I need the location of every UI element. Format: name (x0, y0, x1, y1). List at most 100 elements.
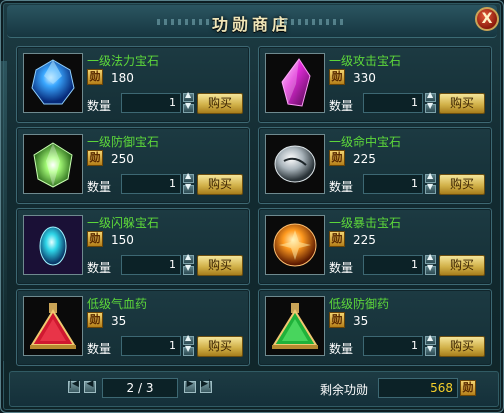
quantity-label: 数量 (329, 261, 354, 275)
arrow-down-icon: ▼ (427, 344, 434, 353)
quantity-label: 数量 (87, 261, 112, 275)
shop-item-card: 一级法力宝石 勋 180 数量 1 ▲ ▼ 购买 (16, 46, 250, 123)
item-price: 35 (111, 314, 127, 328)
next-page-button[interactable]: ▶ (184, 379, 196, 393)
quantity-stepper: ▲ ▼ (183, 252, 194, 275)
shop-item-card: 一级攻击宝石 勋 330 数量 1 ▲ ▼ 购买 (258, 46, 492, 123)
last-page-icon: ▶| (201, 379, 211, 389)
item-price: 180 (111, 71, 134, 85)
quantity-input[interactable]: 1 (121, 174, 181, 194)
shop-item-card: 一级闪躲宝石 勋 150 数量 1 ▲ ▼ 购买 (16, 208, 250, 285)
quantity-stepper: ▲ ▼ (425, 333, 436, 356)
stepper-down-button[interactable]: ▼ (425, 344, 436, 356)
item-price: 330 (353, 71, 376, 85)
merit-currency-icon: 勋 (329, 69, 345, 85)
green-defense-gem-icon (33, 142, 73, 188)
arrow-up-icon: ▲ (185, 252, 192, 261)
shop-item-card: 一级防御宝石 勋 250 数量 1 ▲ ▼ 购买 (16, 127, 250, 204)
stepper-down-button[interactable]: ▼ (183, 182, 194, 194)
quantity-input[interactable]: 1 (363, 336, 423, 356)
buy-button[interactable]: 购买 (439, 174, 485, 195)
shop-item-card: 一级命中宝石 勋 225 数量 1 ▲ ▼ 购买 (258, 127, 492, 204)
merit-currency-icon: 勋 (87, 231, 103, 247)
title-bar[interactable]: 功勋商店 (7, 5, 497, 38)
arrow-up-icon: ▲ (427, 333, 434, 342)
buy-button[interactable]: 购买 (439, 93, 485, 114)
buy-button[interactable]: 购买 (197, 174, 243, 195)
item-icon-slot[interactable] (265, 134, 325, 194)
item-price: 225 (353, 233, 376, 247)
close-icon: X (481, 11, 493, 27)
quantity-stepper: ▲ ▼ (425, 171, 436, 194)
arrow-down-icon: ▼ (185, 182, 192, 191)
merit-currency-icon: 勋 (87, 150, 103, 166)
silver-accuracy-gem-icon (274, 145, 316, 183)
quantity-input[interactable]: 1 (363, 255, 423, 275)
item-icon-slot[interactable] (23, 53, 83, 113)
item-icon-slot[interactable] (23, 134, 83, 194)
item-icon-slot[interactable] (23, 296, 83, 356)
page-indicator: 2 / 3 (102, 378, 178, 398)
buy-button[interactable]: 购买 (439, 336, 485, 357)
quantity-label: 数量 (329, 99, 354, 113)
footer-bar: |◀ ◀ 2 / 3 ▶ ▶| 剩余功勋 568 勋 (9, 371, 499, 407)
quantity-stepper: ▲ ▼ (425, 90, 436, 113)
green-defense-potion-icon (272, 303, 318, 349)
cyan-dodge-gem-icon (24, 216, 82, 274)
stepper-down-button[interactable]: ▼ (425, 182, 436, 194)
title-decoration-right (277, 19, 347, 25)
quantity-label: 数量 (329, 180, 354, 194)
item-name: 一级防御宝石 (87, 135, 160, 149)
item-price: 225 (353, 152, 376, 166)
merit-currency-icon: 勋 (87, 69, 103, 85)
arrow-down-icon: ▼ (427, 263, 434, 272)
buy-button[interactable]: 购买 (197, 255, 243, 276)
prev-page-button[interactable]: ◀ (84, 379, 96, 393)
merit-currency-icon: 勋 (329, 312, 345, 328)
item-name: 一级命中宝石 (329, 135, 402, 149)
stepper-down-button[interactable]: ▼ (183, 344, 194, 356)
quantity-label: 数量 (87, 99, 112, 113)
item-price: 35 (353, 314, 369, 328)
blue-mana-gem-icon (31, 59, 75, 105)
quantity-input[interactable]: 1 (363, 93, 423, 113)
shop-item-card: 一级暴击宝石 勋 225 数量 1 ▲ ▼ 购买 (258, 208, 492, 285)
first-page-button[interactable]: |◀ (68, 379, 80, 393)
item-icon-slot[interactable] (265, 53, 325, 113)
quantity-stepper: ▲ ▼ (183, 90, 194, 113)
quantity-label: 数量 (87, 342, 112, 356)
quantity-input[interactable]: 1 (121, 336, 181, 356)
shop-item-card: 低级防御药 勋 35 数量 1 ▲ ▼ 购买 (258, 289, 492, 366)
stepper-down-button[interactable]: ▼ (425, 101, 436, 113)
frame-edge-decoration (1, 61, 7, 361)
stepper-down-button[interactable]: ▼ (183, 263, 194, 275)
buy-button[interactable]: 购买 (439, 255, 485, 276)
arrow-up-icon: ▲ (427, 171, 434, 180)
quantity-label: 数量 (87, 180, 112, 194)
item-name: 一级暴击宝石 (329, 216, 402, 230)
quantity-input[interactable]: 1 (121, 255, 181, 275)
item-name: 低级防御药 (329, 297, 390, 311)
quantity-input[interactable]: 1 (363, 174, 423, 194)
quantity-input[interactable]: 1 (121, 93, 181, 113)
buy-button[interactable]: 购买 (197, 93, 243, 114)
item-name: 一级攻击宝石 (329, 54, 402, 68)
item-price: 250 (111, 152, 134, 166)
quantity-stepper: ▲ ▼ (183, 171, 194, 194)
stepper-down-button[interactable]: ▼ (425, 263, 436, 275)
arrow-up-icon: ▲ (427, 252, 434, 261)
orange-crit-gem-icon (273, 223, 317, 267)
arrow-up-icon: ▲ (185, 333, 192, 342)
close-button[interactable]: X (475, 7, 499, 31)
item-icon-slot[interactable] (23, 215, 83, 275)
last-page-button[interactable]: ▶| (200, 379, 212, 393)
purple-attack-gem-icon (281, 58, 311, 107)
item-icon-slot[interactable] (265, 296, 325, 356)
quantity-stepper: ▲ ▼ (425, 252, 436, 275)
item-icon-slot[interactable] (265, 215, 325, 275)
item-name: 低级气血药 (87, 297, 148, 311)
arrow-up-icon: ▲ (427, 90, 434, 99)
merit-currency-icon: 勋 (87, 312, 103, 328)
stepper-down-button[interactable]: ▼ (183, 101, 194, 113)
buy-button[interactable]: 购买 (197, 336, 243, 357)
